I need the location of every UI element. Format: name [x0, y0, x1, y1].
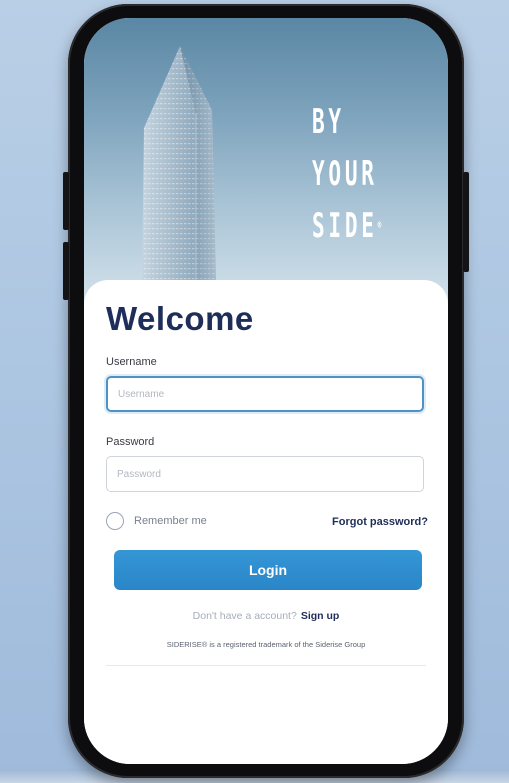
volume-up-button — [63, 172, 69, 230]
login-card: Welcome Username Username Password Passw… — [84, 280, 448, 764]
tagline-line-2: YOUR — [312, 154, 378, 194]
remember-me-toggle[interactable]: Remember me — [106, 512, 207, 530]
login-button[interactable]: Login — [114, 550, 422, 590]
phone-screen: BY YOUR SIDE® Welcome Username Username … — [84, 18, 448, 764]
phone-frame: BY YOUR SIDE® Welcome Username Username … — [63, 4, 469, 778]
brand-tagline: BY YOUR SIDE® — [312, 96, 382, 252]
divider — [106, 665, 426, 666]
power-button — [463, 172, 469, 272]
signup-line: Don't have a account? Sign up — [84, 610, 448, 622]
username-label: Username — [106, 356, 157, 368]
trademark-notice: SIDERISE® is a registered trademark of t… — [166, 640, 366, 649]
hero-banner: BY YOUR SIDE® — [84, 18, 448, 308]
skyscraper-illustration — [142, 46, 216, 280]
signup-link[interactable]: Sign up — [301, 610, 340, 622]
password-placeholder: Password — [117, 468, 161, 480]
registered-mark: ® — [377, 220, 382, 231]
username-input[interactable]: Username — [106, 376, 424, 412]
tagline-line-3: SIDE® — [312, 200, 382, 252]
password-input[interactable]: Password — [106, 456, 424, 492]
username-placeholder: Username — [118, 388, 165, 400]
forgot-password-link[interactable]: Forgot password? — [332, 516, 428, 528]
tagline-line-1: BY — [312, 102, 345, 142]
page-title: Welcome — [106, 300, 254, 337]
tagline-line-3-text: SIDE — [312, 206, 378, 246]
password-label: Password — [106, 436, 155, 448]
volume-down-button — [63, 242, 69, 300]
remember-me-label: Remember me — [134, 515, 207, 527]
signup-prompt: Don't have a account? — [192, 610, 297, 622]
remember-me-radio[interactable] — [106, 512, 124, 530]
